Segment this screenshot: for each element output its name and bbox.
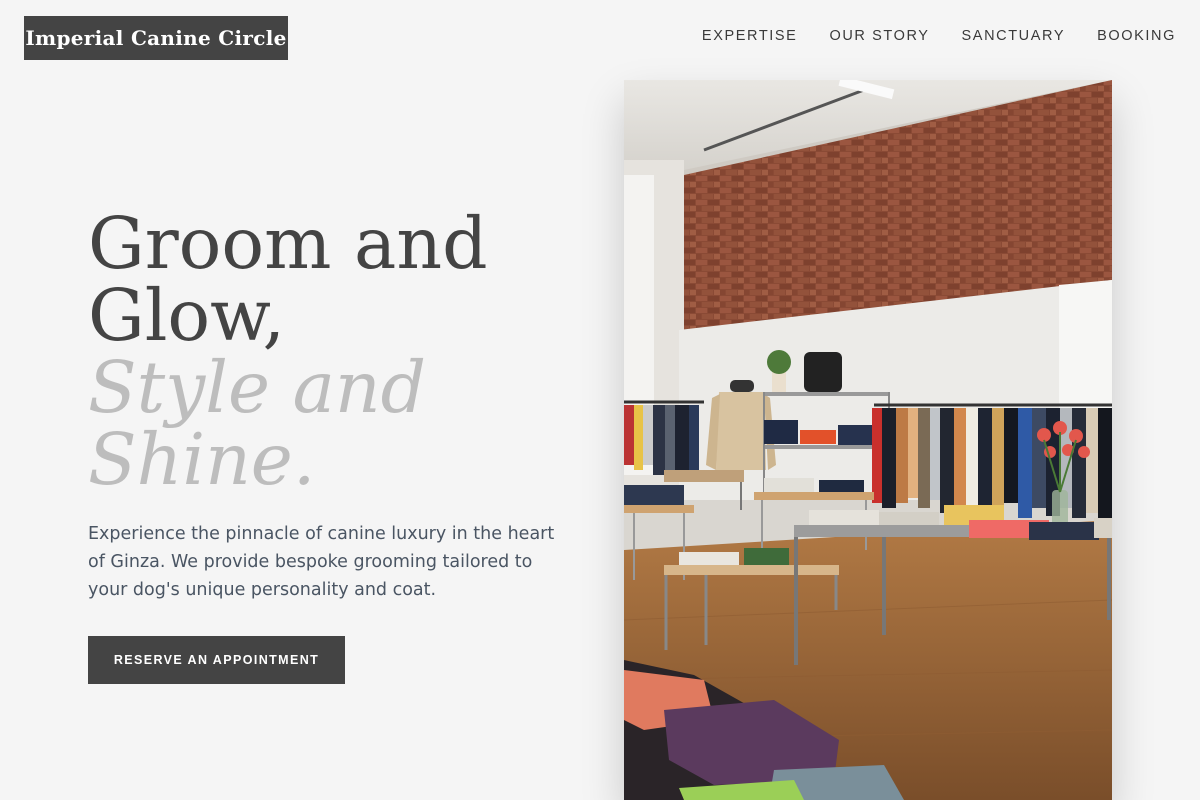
main-nav: EXPERTISE OUR STORY SANCTUARY BOOKING [702, 28, 1176, 44]
hero-title-line-2: Glow, [88, 274, 286, 357]
hero-photo [624, 80, 1112, 800]
hero-title-line-3: Style and [88, 346, 427, 429]
nav-item-our-story[interactable]: OUR STORY [829, 28, 929, 44]
hero-title-line-4: Shine. [88, 418, 316, 501]
site-logo[interactable]: Imperial Canine Circle [24, 16, 288, 60]
boutique-interior-image [624, 80, 1112, 800]
reserve-appointment-button[interactable]: RESERVE AN APPOINTMENT [88, 636, 345, 684]
nav-item-booking[interactable]: BOOKING [1097, 28, 1176, 44]
hero-description: Experience the pinnacle of canine luxury… [88, 524, 555, 600]
nav-item-sanctuary[interactable]: SANCTUARY [962, 28, 1066, 44]
hero-title: Groom and Glow, Style and Shine. [88, 208, 488, 496]
nav-item-expertise[interactable]: EXPERTISE [702, 28, 798, 44]
hero-title-line-1: Groom and [88, 202, 488, 285]
